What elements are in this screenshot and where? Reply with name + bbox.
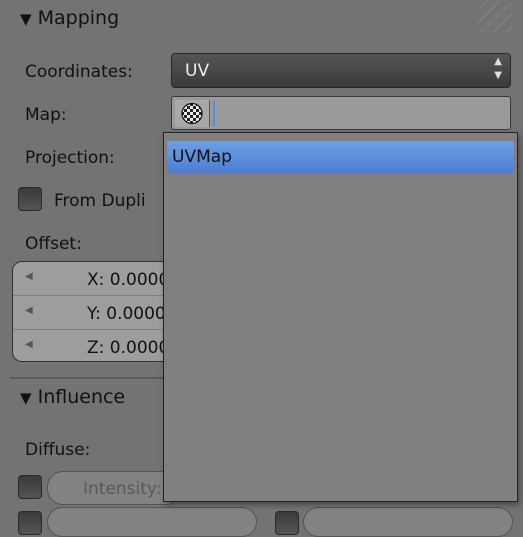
offset-y-field[interactable]: ◀ Y: 0.0000 — [13, 296, 171, 330]
coordinates-label: Coordinates: — [25, 62, 133, 82]
popup-item-label: UVMap — [172, 147, 232, 167]
collapse-triangle-icon: ▼ — [20, 10, 32, 28]
up-down-arrows-icon: ▲ ▼ — [494, 56, 502, 81]
projection-label: Projection: — [25, 148, 115, 168]
offset-z-value: Z: 0.0000 — [87, 338, 170, 358]
diffuse-label: Diffuse: — [25, 440, 91, 460]
mapping-panel-title: Mapping — [37, 7, 120, 29]
offset-z-field[interactable]: ◀ Z: 0.0000 — [13, 330, 171, 361]
text-cursor — [213, 101, 215, 126]
resize-grip-icon[interactable] — [478, 2, 512, 32]
mapping-panel-header[interactable]: ▼ Mapping — [20, 7, 119, 29]
uv-map-search-popup: UVMap — [163, 132, 518, 502]
bottom-slider-right[interactable] — [303, 507, 513, 537]
collapse-triangle-icon: ▼ — [20, 389, 32, 407]
checker-sphere-icon — [175, 100, 210, 127]
left-arrow-icon[interactable]: ◀ — [25, 305, 33, 316]
bottom-checkbox-right[interactable] — [275, 511, 299, 535]
offset-vector-field: ◀ X: 0.0000 ◀ Y: 0.0000 ◀ Z: 0.0000 — [12, 261, 172, 362]
coordinates-dropdown[interactable]: UV ▲ ▼ — [171, 53, 511, 88]
from-dupli-checkbox[interactable] — [18, 187, 42, 211]
map-label: Map: — [25, 105, 67, 125]
influence-panel-header[interactable]: ▼ Influence — [20, 386, 125, 408]
offset-y-value: Y: 0.0000 — [87, 304, 166, 324]
bottom-checkbox[interactable] — [18, 511, 42, 535]
popup-item-uvmap[interactable]: UVMap — [167, 141, 514, 173]
influence-panel-title: Influence — [37, 386, 126, 408]
left-arrow-icon[interactable]: ◀ — [25, 339, 33, 350]
offset-x-value: X: 0.0000 — [87, 270, 170, 290]
left-arrow-icon[interactable]: ◀ — [25, 271, 33, 282]
coordinates-value: UV — [185, 61, 210, 81]
offset-x-field[interactable]: ◀ X: 0.0000 — [13, 262, 171, 296]
intensity-slider[interactable]: Intensity: — [47, 471, 182, 505]
bottom-slider-left[interactable] — [47, 507, 257, 537]
from-dupli-label: From Dupli — [54, 191, 146, 211]
map-search-field[interactable] — [171, 96, 511, 130]
intensity-checkbox[interactable] — [18, 475, 42, 499]
intensity-label: Intensity: — [83, 479, 162, 499]
offset-label: Offset: — [25, 234, 82, 254]
panel-divider — [10, 377, 180, 379]
